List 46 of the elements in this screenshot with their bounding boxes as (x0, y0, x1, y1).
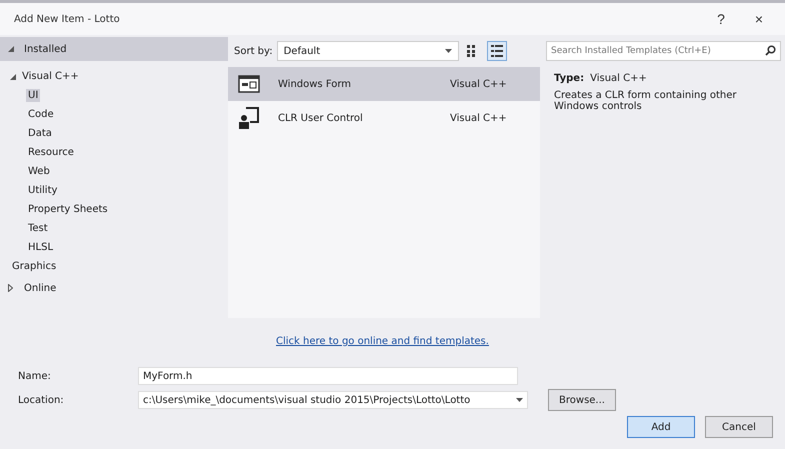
location-field[interactable]: c:\Users\mike_\documents\visual studio 2015\Projects\Lotto\Lotto (138, 391, 528, 409)
tree-header[interactable]: Online (0, 276, 228, 300)
tree-item[interactable]: Utility (26, 184, 60, 197)
template-item[interactable]: CLR User Control Visual C++ (228, 101, 540, 135)
tree-item[interactable]: HLSL (26, 241, 56, 254)
tree-header[interactable]: Installed (0, 37, 228, 61)
template-name: CLR User Control (278, 112, 364, 124)
tree-item[interactable]: Visual C++ (20, 70, 81, 83)
online-templates-link[interactable]: Click here to go online and find templates. (276, 336, 489, 346)
template-type: Visual C++ (450, 78, 508, 90)
name-field[interactable]: MyForm.h (138, 367, 518, 385)
template-type: Visual C++ (450, 112, 508, 124)
list-view-icon (490, 45, 503, 57)
template-description: Creates a CLR form containing other Windows controls (554, 90, 738, 112)
close-button[interactable]: × (745, 10, 773, 28)
tree-item[interactable]: Graphics (10, 260, 58, 273)
browse-button[interactable]: Browse... (548, 389, 616, 411)
search-field[interactable]: Search Installed Templates (Ctrl+E) (546, 41, 781, 61)
tree-item[interactable]: Test (26, 222, 50, 235)
type-value: Visual C++ (590, 73, 647, 84)
type-label: Type: (554, 73, 584, 84)
template-name: Windows Form (278, 78, 352, 90)
sort-label: Sort by: (234, 46, 273, 56)
tree-item[interactable]: Property Sheets (26, 203, 110, 216)
form-icon (238, 75, 260, 93)
name-label: Name: (18, 370, 52, 382)
expanded-arrow-icon[interactable] (8, 46, 14, 52)
list-view-button[interactable] (486, 41, 507, 61)
cancel-button[interactable]: Cancel (705, 416, 773, 438)
add-button[interactable]: Add (627, 416, 695, 438)
window-title: Add New Item - Lotto (14, 14, 121, 24)
search-icon (765, 45, 776, 56)
collapsed-arrow-icon[interactable] (8, 284, 13, 292)
help-button[interactable]: ? (707, 10, 735, 28)
location-label: Location: (18, 394, 65, 406)
tree-item[interactable]: Code (26, 108, 56, 121)
tree-item[interactable]: Resource (26, 146, 76, 159)
dropdown-caret-icon[interactable] (516, 398, 523, 402)
sort-dropdown[interactable]: Default (276, 41, 459, 61)
expanded-arrow-icon[interactable] (10, 74, 16, 80)
template-item[interactable]: Windows Form Visual C++ (228, 67, 540, 101)
dropdown-caret-icon[interactable] (444, 49, 452, 53)
tree-item[interactable]: Data (26, 127, 54, 140)
tree-item[interactable]: UI (26, 89, 40, 102)
user-control-icon (238, 106, 260, 130)
tree-item[interactable]: Web (26, 165, 52, 178)
